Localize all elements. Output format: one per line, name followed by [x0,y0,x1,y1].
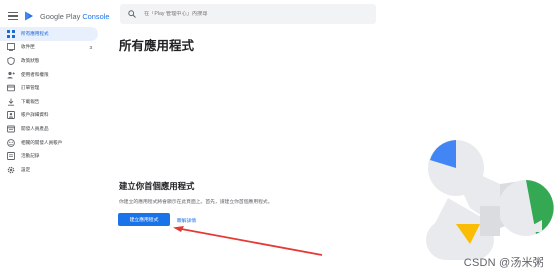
search-icon [128,10,136,18]
sidebar-item-all-apps[interactable]: 所有應用程式 [0,27,98,41]
sidebar: Google Play Console 所有應用程式 收件匣 3 政策狀態 使用… [0,0,109,278]
activity-icon [6,152,15,161]
sidebar-item-label: 相關的開發人員帳戶 [21,139,63,145]
search-bar[interactable] [120,4,376,24]
brand: Google Play Console [8,8,109,24]
sidebar-item-label: 活動記錄 [21,153,40,159]
sidebar-item-linked-developer-accounts[interactable]: 相關的開發人員帳戶 [0,136,100,150]
sidebar-nav: 所有應用程式 收件匣 3 政策狀態 使用者和權限 訂單管理 下載報告 帳戶詳細資… [0,27,100,177]
sidebar-item-order-management[interactable]: 訂單管理 [0,81,100,95]
account-icon [6,111,15,120]
shield-icon [6,56,15,65]
play-console-app: Google Play Console 所有應用程式 收件匣 3 政策狀態 使用… [0,0,554,278]
sidebar-item-label: 下載報告 [21,98,40,104]
sidebar-item-label: 政策狀態 [21,57,40,63]
search-input[interactable] [144,11,344,17]
page-title: 所有應用程式 [119,39,195,53]
users-icon [6,70,15,79]
brand-name[interactable]: Google Play Console [40,12,109,21]
create-first-app-description: 你建立的應用程式將會顯示在此頁面上。首先，請建立你首個應用程式。 [119,200,273,205]
menu-icon[interactable] [8,12,18,20]
sidebar-item-label: 設定 [21,166,31,172]
sidebar-item-label: 開發人員產品 [21,125,49,131]
learn-more-link[interactable]: 瞭解詳情 [177,217,196,224]
sidebar-item-inbox[interactable]: 收件匣 3 [0,41,100,55]
apps-grid-icon [6,29,15,38]
inbox-count-badge: 3 [89,44,92,50]
sidebar-item-label: 使用者和權限 [21,71,49,77]
sidebar-item-label: 所有應用程式 [21,30,49,36]
sidebar-item-developer-products[interactable]: 開發人員產品 [0,122,100,136]
developer-icon [6,124,15,133]
inbox-icon [6,43,15,52]
linked-accounts-icon [6,138,15,147]
sidebar-item-policy-status[interactable]: 政策狀態 [0,54,100,68]
gear-icon [6,165,15,174]
sidebar-item-settings[interactable]: 設定 [0,163,100,177]
sidebar-item-label: 帳戶詳細資料 [21,112,49,118]
sidebar-item-label: 訂單管理 [21,85,40,91]
sidebar-item-account-details[interactable]: 帳戶詳細資料 [0,109,100,123]
sidebar-item-activity-log[interactable]: 活動記錄 [0,149,100,163]
sidebar-item-users-permissions[interactable]: 使用者和權限 [0,68,100,82]
google-play-logo-icon [25,11,33,21]
card-icon [6,84,15,93]
sidebar-item-label: 收件匣 [21,44,35,50]
download-icon [6,97,15,106]
watermark: CSDN @汤米粥 [463,257,544,269]
create-app-button[interactable]: 建立應用程式 [118,213,170,226]
sidebar-item-download-reports[interactable]: 下載報告 [0,95,100,109]
create-first-app-heading: 建立你首個應用程式 [119,181,195,191]
